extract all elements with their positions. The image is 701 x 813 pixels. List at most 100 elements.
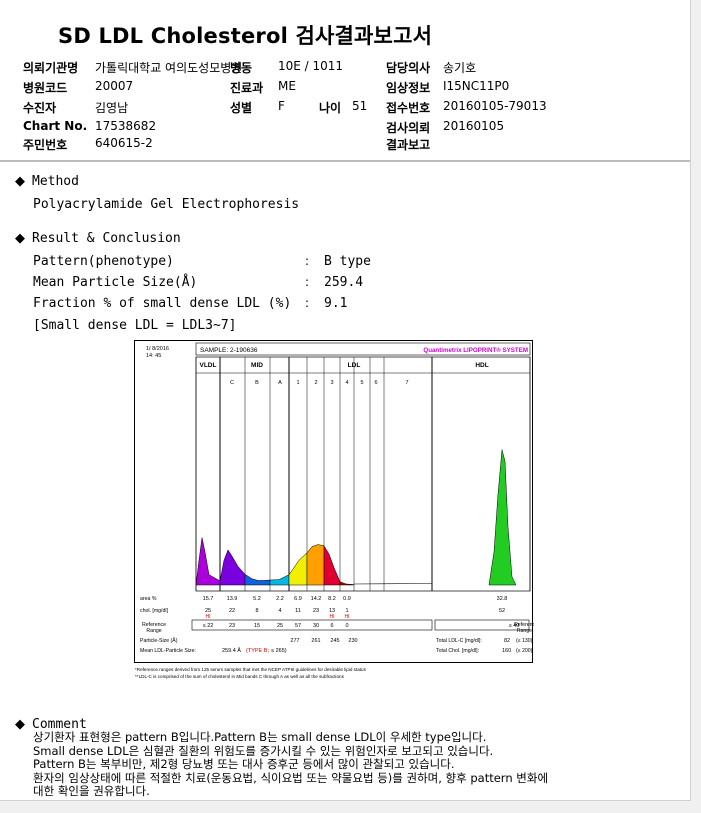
- ward-label: 병동: [230, 61, 253, 75]
- chol-value: 22: [229, 608, 235, 614]
- bullet-diamond-icon: ◆: [15, 174, 25, 189]
- requesting-dept-label: 의뢰기관명: [23, 61, 79, 75]
- chart-brand: Quantimetrix LIPOPRINT® SYSTEM: [423, 347, 528, 354]
- chart-time: 14: 45: [146, 353, 161, 359]
- result-note: [Small dense LDL = LDL3~7]: [33, 318, 237, 333]
- request-date-value: 20160105: [443, 119, 505, 133]
- band-label: A: [278, 380, 282, 386]
- particle-size-value: 261: [311, 638, 320, 644]
- ward-value: 10E / 1011: [278, 59, 344, 73]
- receipt-no-label: 접수번호: [386, 101, 431, 115]
- result-row-label: Mean Particle Size(Å): [33, 275, 198, 290]
- request-date-label: 검사의뢰: [386, 121, 431, 135]
- area-pct-value: 8.2: [328, 596, 336, 602]
- chol-value: 8: [255, 608, 258, 614]
- chart-sample: SAMPLE: 2-190636: [200, 347, 258, 354]
- area-pct-value: 6.9: [294, 596, 302, 602]
- chart-no-value: 17538682: [95, 119, 157, 133]
- comment-line: 환자의 임상상태에 따른 적절한 치료(운동요법, 식이요법 또는 약물요법 등…: [33, 770, 549, 785]
- chol-value: 11: [295, 608, 301, 614]
- report-page: SD LDL Cholesterol 검사결과보고서 의뢰기관명 가톨릭대학교 …: [0, 0, 691, 801]
- department-label: 진료과: [230, 81, 264, 95]
- comment-line: Small dense LDL은 심혈관 질환의 위험도를 증가시킬 수 있는 …: [33, 743, 494, 758]
- result-row-value: B type: [324, 254, 371, 269]
- result-row-label: Pattern(phenotype): [33, 254, 174, 269]
- reference-value: 57: [295, 623, 301, 629]
- comment-line: 상기환자 표현형은 pattern B입니다.Pattern B는 small …: [33, 730, 487, 744]
- comment-line: Pattern B는 복부비만, 제2형 당뇨병 또는 대사 증후군 등에서 많…: [33, 757, 455, 771]
- mean-size-type: (TYPE B: [246, 648, 268, 654]
- area-pct-value: 0.9: [343, 596, 351, 602]
- age-value: 51: [352, 99, 368, 113]
- result-row-colon: :: [305, 254, 310, 268]
- method-heading-text: Method: [32, 174, 79, 189]
- bullet-diamond-icon: ◆: [15, 231, 25, 246]
- mean-size-ref: ; ≤ 265): [268, 648, 287, 654]
- mean-size-value: 259.4 Å: [222, 647, 241, 654]
- requesting-dept-value: 가톨릭대학교 여의도성모병원: [95, 61, 243, 75]
- particle-size-value: 277: [290, 638, 299, 644]
- particle-size-value: 245: [330, 638, 339, 644]
- result-heading-text: Result & Conclusion: [32, 231, 181, 246]
- patient-label: 수진자: [23, 101, 57, 115]
- particle-size-label: Particle-Size (Å): [140, 637, 178, 644]
- chart-no-label: Chart No.: [23, 119, 88, 133]
- band-label: 2: [314, 380, 317, 386]
- department-value: ME: [278, 79, 296, 93]
- area-pct-value: 15.7: [203, 596, 214, 602]
- group-label: MID: [251, 362, 263, 369]
- band-label: 6: [374, 380, 377, 386]
- result-row-colon: :: [305, 275, 310, 289]
- chol-value: 23: [313, 608, 319, 614]
- area-pct-value: 2.2: [276, 596, 284, 602]
- band-label: 4: [345, 380, 348, 386]
- chol-flag: HI: [206, 614, 211, 620]
- total-ldl-ref: (≤ 130): [516, 638, 533, 644]
- band-label: C: [230, 380, 234, 386]
- clinical-info-label: 임상정보: [386, 81, 431, 95]
- reference-label: Range: [146, 628, 161, 634]
- total-chol-value: 160: [502, 648, 511, 654]
- header-divider: [0, 160, 690, 162]
- chol-flag: HI: [330, 614, 335, 620]
- result-row-value: 259.4: [324, 275, 364, 290]
- band-label: 1: [296, 380, 299, 386]
- report-label: 결과보고: [386, 138, 431, 152]
- chart-date: 1/ 8/2016: [146, 346, 169, 352]
- footnote: **LDL-C is comprised of the sum of chole…: [135, 674, 345, 679]
- result-row-colon: :: [305, 296, 310, 310]
- clinical-info-value: I15NC11P0: [443, 79, 510, 93]
- resident-no-label: 주민번호: [23, 138, 68, 152]
- report-title: SD LDL Cholesterol 검사결과보고서: [58, 24, 433, 48]
- area-pct-label: area %: [140, 596, 157, 602]
- lipoprint-chart-svg: 1/ 8/201614: 45 SAMPLE: 2-190636 Quantimet…: [134, 340, 538, 679]
- group-label: VLDL: [200, 362, 217, 369]
- reference-value: 6: [330, 623, 333, 629]
- particle-size-value: 230: [348, 638, 357, 644]
- area-pct-value: 32.8: [497, 596, 508, 602]
- resident-no-value: 640615-2: [95, 136, 153, 150]
- doctor-value: 송기호: [443, 61, 477, 75]
- bullet-diamond-icon: ◆: [15, 717, 25, 732]
- method-heading: ◆ Method: [15, 174, 79, 189]
- chol-flag: HI: [345, 614, 350, 620]
- reference-value: 23: [229, 623, 235, 629]
- reference-value: 25: [277, 623, 283, 629]
- receipt-no-value: 20160105-79013: [443, 99, 547, 113]
- band-label: B: [255, 380, 259, 386]
- area-pct-value: 14.2: [311, 596, 322, 602]
- lipoprint-chart: 1/ 8/2016 14: 45 SAMPLE: 2-190636 Quantimet…: [134, 340, 538, 680]
- method-text: Polyacrylamide Gel Electrophoresis: [33, 197, 300, 212]
- comment-line: 대한 확인을 권유합니다.: [33, 784, 150, 798]
- patient-value: 김영남: [95, 101, 129, 115]
- band-label: 7: [405, 380, 408, 386]
- mean-size-label: Mean LDL-Particle Size:: [140, 648, 196, 654]
- reference-value: 0: [345, 623, 348, 629]
- hospital-code-value: 20007: [95, 79, 134, 93]
- area-pct-value: 13.9: [227, 596, 238, 602]
- total-chol-label: Total Chol. [mg/dl]:: [436, 648, 479, 654]
- reference-value: ≤ 22: [203, 623, 214, 629]
- band-label: 5: [360, 380, 363, 386]
- sex-value: F: [278, 99, 285, 113]
- comment-body: 상기환자 표현형은 pattern B입니다.Pattern B는 small …: [33, 730, 549, 799]
